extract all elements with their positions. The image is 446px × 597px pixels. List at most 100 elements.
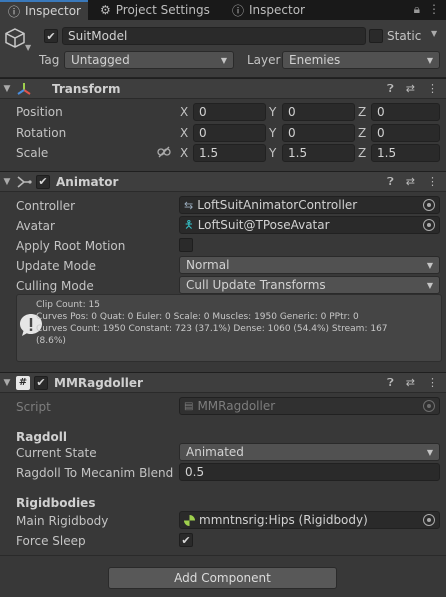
scale-x-field[interactable]: 1.5 xyxy=(193,144,266,162)
chevron-down-icon: ▼ xyxy=(426,260,433,270)
object-header: ▼ ✔ SuitModel Static ▼ Tag Untagged ▼ Lay… xyxy=(0,20,446,78)
mmragdoller-title: MMRagdoller xyxy=(54,375,143,390)
csharp-script-icon: # xyxy=(16,375,30,390)
main-rigidbody-object-field[interactable]: mmntnsrig:Hips (Rigidbody) xyxy=(179,511,440,529)
more-options-icon[interactable]: ⋮ xyxy=(427,82,438,96)
object-picker-icon xyxy=(423,400,435,412)
axis-y-label[interactable]: Y xyxy=(269,146,276,160)
axis-z-label[interactable]: Z xyxy=(358,105,366,119)
tab-bar: ⓘ Inspector ⚙ Project Settings ⓘ Inspect… xyxy=(0,0,446,20)
foldout-arrow-icon[interactable]: ▼ xyxy=(0,177,14,187)
preset-icon[interactable]: ⇄ xyxy=(406,376,415,390)
static-checkbox[interactable] xyxy=(369,29,383,43)
scale-y-field[interactable]: 1.5 xyxy=(282,144,355,162)
position-x-field[interactable]: 0 xyxy=(193,103,266,121)
animator-title: Animator xyxy=(56,174,119,189)
apply-root-motion-checkbox[interactable] xyxy=(179,238,193,252)
info-line: Curves Pos: 0 Quat: 0 Euler: 0 Scale: 0 … xyxy=(36,312,359,322)
add-component-button[interactable]: Add Component xyxy=(108,567,337,589)
transform-axes-icon xyxy=(17,82,31,95)
more-options-icon[interactable]: ⋮ xyxy=(427,175,438,189)
object-picker-icon[interactable] xyxy=(423,514,435,526)
rotation-y-field[interactable]: 0 xyxy=(282,124,355,142)
chevron-down-icon: ▼ xyxy=(426,280,433,290)
position-label: Position xyxy=(16,105,63,119)
culling-mode-label: Culling Mode xyxy=(16,279,94,293)
lock-icon[interactable]: 🔒︎ xyxy=(414,2,420,17)
transform-header[interactable]: ▼ Transform ❓︎ ⇄ ⋮ xyxy=(0,78,446,99)
more-options-icon[interactable]: ⋮ xyxy=(427,376,438,390)
preset-icon[interactable]: ⇄ xyxy=(406,82,415,96)
info-line: (8.6%) xyxy=(36,336,66,346)
info-icon: ⓘ xyxy=(232,3,245,18)
animator-header[interactable]: ▼ ✔ Animator ❓︎ ⇄ ⋮ xyxy=(0,171,446,192)
object-name-field[interactable]: SuitModel xyxy=(62,27,366,45)
position-z-field[interactable]: 0 xyxy=(371,103,440,121)
force-sleep-checkbox[interactable]: ✔ xyxy=(179,533,193,547)
position-y-field[interactable]: 0 xyxy=(282,103,355,121)
help-icon[interactable]: ❓︎ xyxy=(387,175,394,189)
info-icon: ⓘ xyxy=(8,4,21,19)
axis-y-label[interactable]: Y xyxy=(269,105,276,119)
info-line: Clip Count: 15 xyxy=(36,300,100,310)
chevron-down-icon: ▼ xyxy=(426,447,433,457)
scale-z-field[interactable]: 1.5 xyxy=(371,144,440,162)
component-tools: ❓︎ ⇄ ⋮ xyxy=(387,376,438,390)
active-checkbox[interactable]: ✔ xyxy=(44,29,58,43)
static-dropdown-arrow-icon[interactable]: ▼ xyxy=(431,29,437,38)
mmragdoller-enabled-checkbox[interactable]: ✔ xyxy=(34,375,48,390)
mmragdoller-header[interactable]: ▼ # ✔ MMRagdoller ❓︎ ⇄ ⋮ xyxy=(0,372,446,393)
component-tools: ❓︎ ⇄ ⋮ xyxy=(387,175,438,189)
main-rigidbody-label: Main Rigidbody xyxy=(16,514,109,528)
rotation-x-field[interactable]: 0 xyxy=(193,124,266,142)
current-state-dropdown[interactable]: Animated ▼ xyxy=(179,443,440,461)
foldout-arrow-icon[interactable]: ▼ xyxy=(0,84,14,94)
layer-dropdown[interactable]: Enemies ▼ xyxy=(282,51,440,69)
tag-dropdown[interactable]: Untagged ▼ xyxy=(64,51,234,69)
avatar-figure-icon: 🯅︎ xyxy=(184,217,194,231)
object-picker-icon[interactable] xyxy=(423,219,435,231)
tab-inspector[interactable]: ⓘ Inspector xyxy=(0,0,88,20)
tag-label: Tag xyxy=(39,53,60,67)
avatar-object-field[interactable]: 🯅︎ LoftSuit@TPoseAvatar xyxy=(179,216,440,234)
axis-x-label[interactable]: X xyxy=(180,105,188,119)
blend-duration-label: Ragdoll To Mecanim Blend D xyxy=(16,466,178,480)
controller-label: Controller xyxy=(16,199,76,213)
update-mode-label: Update Mode xyxy=(16,259,96,273)
axis-x-label[interactable]: X xyxy=(180,146,188,160)
divider xyxy=(0,555,446,556)
help-icon[interactable]: ❓︎ xyxy=(387,82,394,96)
script-object-field: ▤ MMRagdoller xyxy=(179,397,440,415)
animator-icon xyxy=(17,175,32,188)
object-picker-icon[interactable] xyxy=(423,199,435,211)
axis-z-label[interactable]: Z xyxy=(358,146,366,160)
constrain-proportions-link-icon[interactable] xyxy=(157,146,171,158)
transform-title: Transform xyxy=(52,81,121,96)
animator-controller-icon: ⇆ xyxy=(184,198,194,212)
tab-inspector-2[interactable]: ⓘ Inspector xyxy=(224,0,320,20)
foldout-arrow-icon[interactable]: ▼ xyxy=(0,378,14,388)
animator-enabled-checkbox[interactable]: ✔ xyxy=(36,174,50,189)
static-label: Static xyxy=(387,29,422,43)
script-label: Script xyxy=(16,400,51,414)
rotation-z-field[interactable]: 0 xyxy=(371,124,440,142)
icon-dropdown-arrow-icon[interactable]: ▼ xyxy=(25,43,31,52)
chevron-down-icon: ▼ xyxy=(426,55,433,65)
tab-project-settings[interactable]: ⚙ Project Settings xyxy=(92,0,220,20)
update-mode-dropdown[interactable]: Normal ▼ xyxy=(179,256,440,274)
gameobject-cube-icon xyxy=(5,28,25,48)
axis-x-label[interactable]: X xyxy=(180,126,188,140)
more-options-icon[interactable]: ⋮ xyxy=(428,2,440,17)
axis-z-label[interactable]: Z xyxy=(358,126,366,140)
rigidbodies-section-title: Rigidbodies xyxy=(16,496,96,510)
controller-object-field[interactable]: ⇆ LoftSuitAnimatorController xyxy=(179,196,440,214)
info-line: Curves Count: 1950 Constant: 723 (37.1%)… xyxy=(36,324,388,334)
blend-duration-field[interactable]: 0.5 xyxy=(179,463,440,481)
axis-y-label[interactable]: Y xyxy=(269,126,276,140)
gear-icon: ⚙ xyxy=(100,3,111,17)
force-sleep-label: Force Sleep xyxy=(16,534,86,548)
culling-mode-dropdown[interactable]: Cull Update Transforms ▼ xyxy=(179,276,440,294)
help-icon[interactable]: ❓︎ xyxy=(387,376,394,390)
chevron-down-icon: ▼ xyxy=(220,55,227,65)
preset-icon[interactable]: ⇄ xyxy=(406,175,415,189)
